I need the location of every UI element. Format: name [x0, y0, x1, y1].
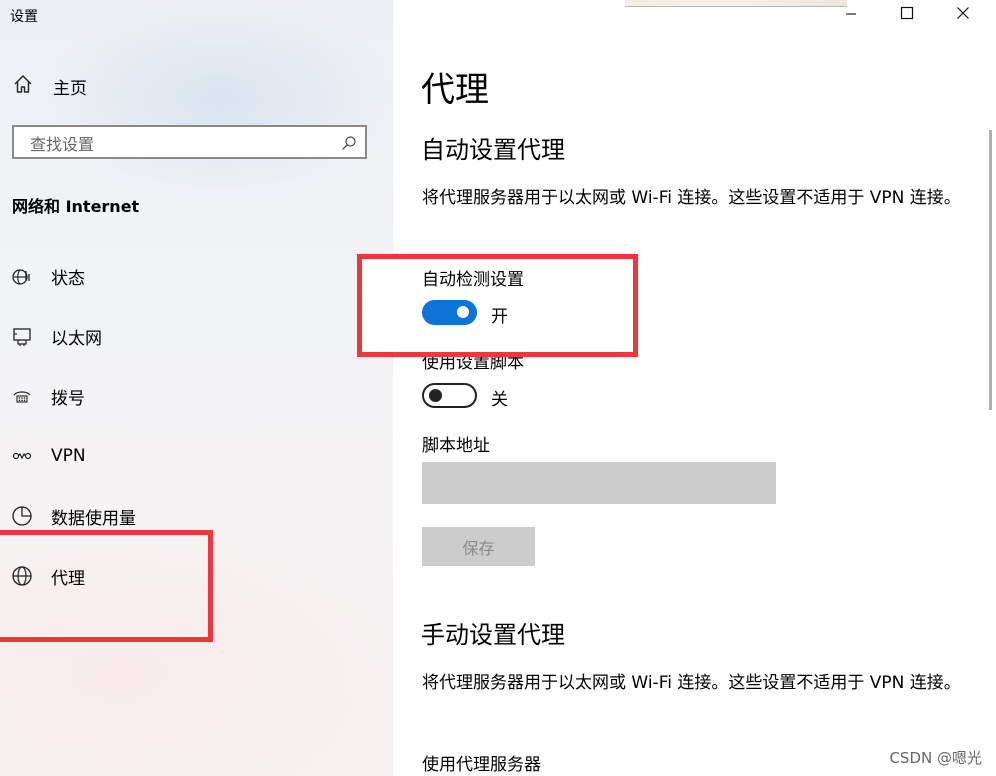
auto-detect-toggle[interactable]: [422, 300, 477, 325]
sidebar-background: [40, 0, 393, 200]
highlight-box-proxy: [0, 530, 213, 642]
script-address-input[interactable]: [422, 462, 776, 504]
toggle-knob: [457, 306, 469, 318]
setup-script-toggle[interactable]: [422, 383, 477, 408]
vpn-icon: [10, 444, 34, 468]
section-title: 网络和 Internet: [12, 197, 140, 216]
section-description-auto: 将代理服务器用于以太网或 Wi-Fi 连接。这些设置不适用于 VPN 连接。: [422, 188, 961, 208]
section-heading-manual: 手动设置代理: [421, 621, 565, 649]
sidebar-item-dialup[interactable]: 拨号: [10, 381, 310, 411]
sidebar: 设置 主页 网络和 Internet 状态 以太网 拨号 VP: [0, 0, 393, 776]
dialup-icon: [10, 384, 34, 408]
sidebar-item-ethernet[interactable]: 以太网: [10, 321, 310, 351]
maximize-icon: [900, 5, 914, 24]
auto-detect-state: 开: [491, 307, 508, 327]
sidebar-item-label: 以太网: [51, 328, 102, 349]
search-box: [12, 125, 367, 159]
sidebar-item-status[interactable]: 状态: [10, 261, 310, 291]
sidebar-item-home[interactable]: 主页: [12, 73, 87, 99]
section-heading-auto: 自动设置代理: [421, 136, 565, 164]
auto-detect-label: 自动检测设置: [422, 270, 524, 290]
search-input[interactable]: [28, 132, 332, 156]
toggle-knob: [429, 389, 442, 402]
search-icon[interactable]: [341, 135, 357, 155]
setup-script-state: 关: [491, 390, 508, 410]
minimize-icon: [844, 5, 858, 24]
close-icon: [956, 5, 970, 24]
use-proxy-label: 使用代理服务器: [422, 755, 541, 775]
sidebar-item-label: 主页: [53, 78, 87, 99]
sidebar-item-label: VPN: [51, 446, 86, 466]
section-description-manual: 将代理服务器用于以太网或 Wi-Fi 连接。这些设置不适用于 VPN 连接。: [422, 673, 961, 693]
watermark: CSDN @嗯光: [889, 749, 982, 767]
sidebar-item-label: 数据使用量: [51, 508, 136, 529]
sidebar-item-vpn[interactable]: VPN: [10, 441, 310, 471]
minimize-button[interactable]: [839, 4, 863, 24]
background-window-edge: [625, 0, 847, 7]
page-title: 代理: [421, 70, 489, 110]
save-button[interactable]: 保存: [422, 527, 535, 566]
script-address-label: 脚本地址: [422, 436, 490, 456]
status-icon: [10, 264, 34, 288]
app-title: 设置: [10, 9, 38, 25]
data-usage-icon: [10, 504, 34, 528]
main-panel: 代理 自动设置代理 将代理服务器用于以太网或 Wi-Fi 连接。这些设置不适用于…: [357, 0, 996, 776]
sidebar-item-label: 状态: [51, 268, 85, 289]
ethernet-icon: [10, 324, 34, 348]
scrollbar[interactable]: [989, 130, 992, 410]
sidebar-item-data-usage[interactable]: 数据使用量: [10, 501, 310, 531]
close-button[interactable]: [951, 4, 975, 24]
sidebar-item-label: 拨号: [51, 388, 85, 409]
home-icon: [12, 73, 34, 99]
maximize-button[interactable]: [895, 4, 919, 24]
